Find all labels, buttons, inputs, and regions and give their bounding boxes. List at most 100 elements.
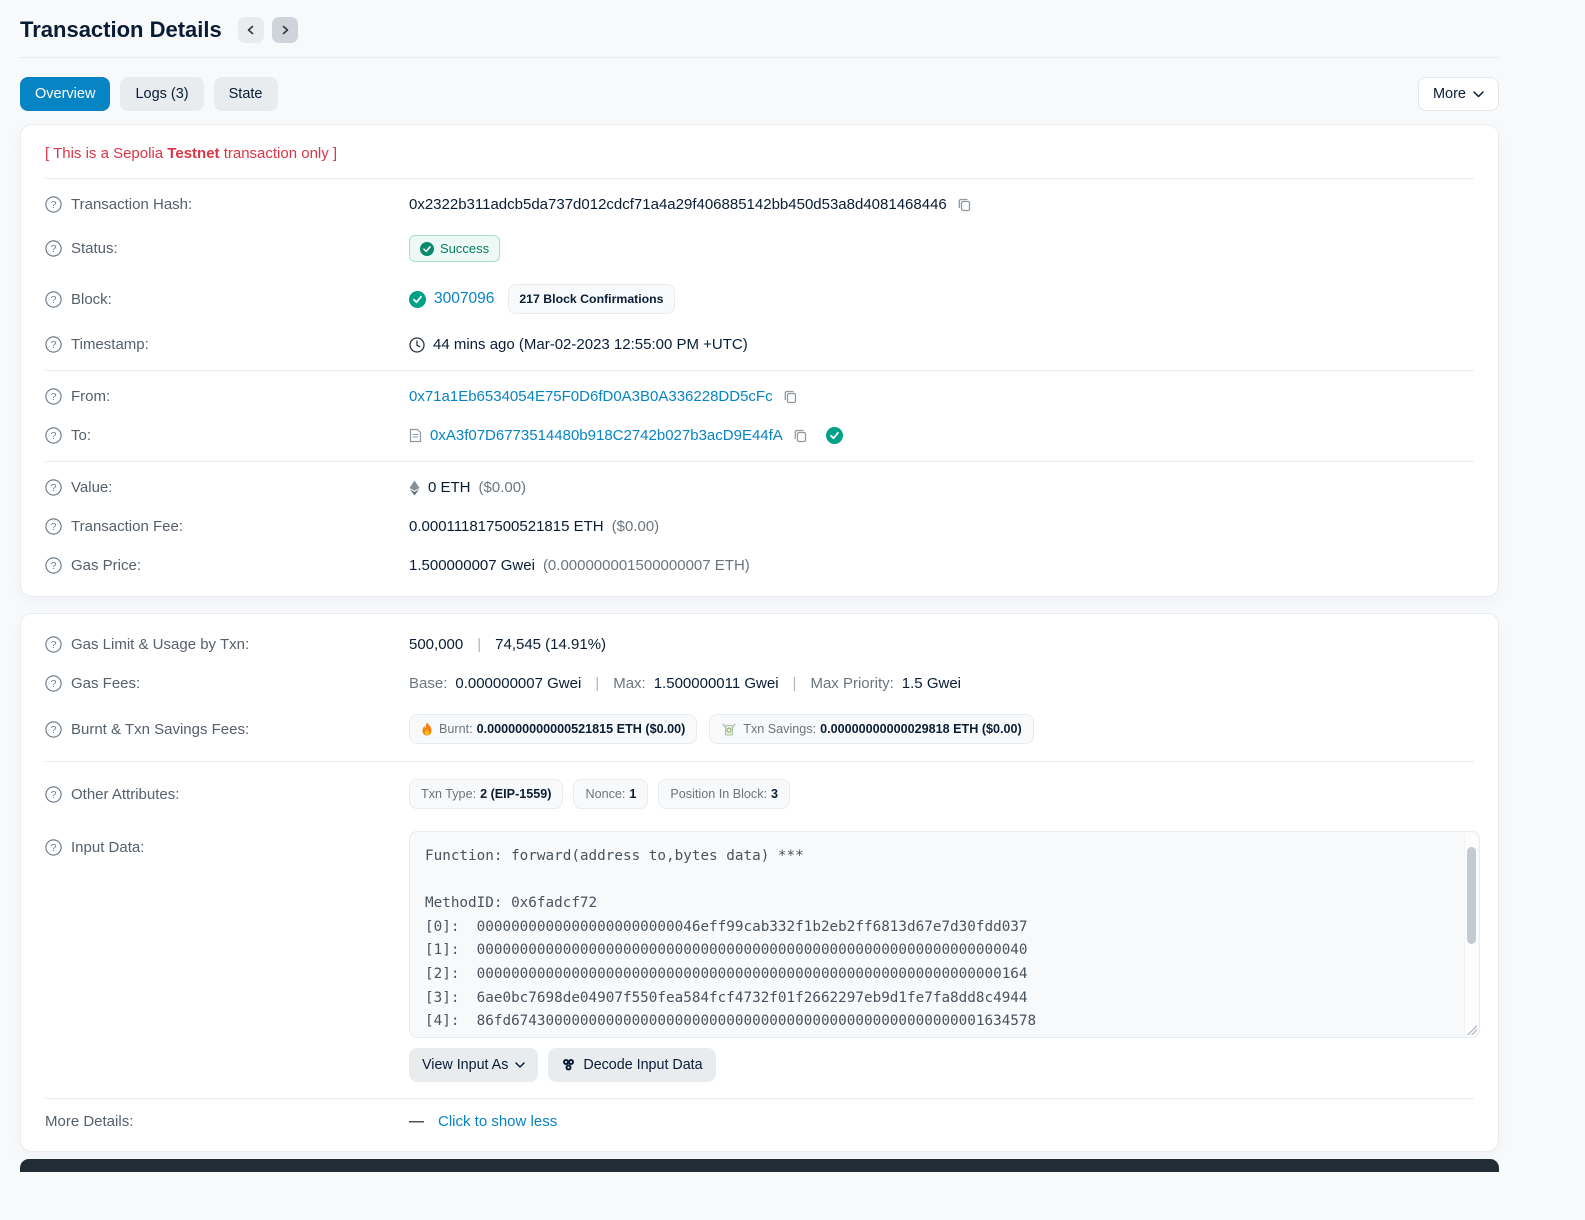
svg-text:?: ?: [51, 724, 57, 736]
check-circle-icon: [420, 241, 434, 256]
dash: —: [409, 1113, 424, 1130]
nonce-value: 1: [629, 787, 637, 801]
status-badge: Success: [409, 235, 501, 262]
question-circle-icon[interactable]: ?: [45, 427, 62, 444]
question-circle-icon[interactable]: ?: [45, 479, 62, 496]
show-less-link[interactable]: Click to show less: [438, 1113, 557, 1130]
divider: [45, 761, 1474, 762]
row-label-text: Gas Price:: [71, 557, 142, 574]
transaction-hash-row: ? Transaction Hash: 0x2322b311adcb5da737…: [45, 185, 1474, 224]
row-label-text: Transaction Hash:: [71, 196, 193, 213]
svg-text:?: ?: [51, 430, 57, 442]
svg-text:?: ?: [51, 521, 57, 533]
nonce-label: Nonce:: [585, 787, 626, 801]
scrollbar-thumb[interactable]: [1467, 847, 1476, 944]
more-label: More: [1432, 86, 1466, 102]
question-circle-icon[interactable]: ?: [45, 839, 62, 856]
question-circle-icon[interactable]: ?: [45, 240, 62, 257]
input-data-row: ? Input Data: Function: forward(address …: [45, 820, 1480, 1038]
max-priority-label: Max Priority:: [810, 675, 894, 692]
row-label-text: Block:: [71, 290, 112, 308]
next-transaction-button[interactable]: [271, 17, 298, 43]
input-data-scrollbar[interactable]: [1464, 833, 1478, 1036]
footer-edge: [20, 1159, 1499, 1172]
row-label-text: Status:: [71, 240, 118, 257]
question-circle-icon[interactable]: ?: [45, 720, 62, 738]
input-data-textarea[interactable]: Function: forward(address to,bytes data)…: [409, 831, 1480, 1038]
to-address-link[interactable]: 0xA3f07D6773514480b918C2742b027b3acD9E44…: [430, 427, 783, 444]
svg-text:?: ?: [51, 639, 57, 651]
svg-text:?: ?: [51, 482, 57, 494]
contract-file-icon: [409, 428, 422, 443]
separator: |: [595, 675, 600, 692]
transaction-hash-value: 0x2322b311adcb5da737d012cdcf71a4a29f4068…: [409, 196, 947, 213]
base-fee-label: Base:: [409, 675, 448, 692]
block-row: ? Block: 3007096 217 Block Confirmations: [45, 273, 1474, 325]
gas-used-value: 74,545 (14.91%): [495, 636, 607, 653]
timestamp-value: 44 mins ago (Mar-02-2023 12:55:00 PM +UT…: [433, 336, 748, 353]
svg-text:?: ?: [51, 560, 57, 572]
details-card: ? Gas Limit & Usage by Txn: 500,000 | 74…: [20, 613, 1499, 1152]
burnt-fee-badge: Burnt: 0.000000000000521815 ETH ($0.00): [409, 714, 698, 744]
gas-price-amount: 1.500000007 Gwei: [409, 557, 535, 574]
view-input-as-button[interactable]: View Input As: [409, 1048, 539, 1082]
resize-handle-icon[interactable]: [1467, 1025, 1477, 1035]
value-amount: 0 ETH: [428, 479, 471, 496]
copy-icon[interactable]: [791, 428, 810, 443]
question-circle-icon[interactable]: ?: [45, 290, 62, 308]
clock-icon: [409, 336, 425, 353]
from-address-link[interactable]: 0x71a1Eb6534054E75F0D6fD0A3B0A336228DD5c…: [409, 388, 773, 405]
question-circle-icon[interactable]: ?: [45, 636, 62, 653]
more-dropdown-button[interactable]: More: [1417, 77, 1499, 111]
copy-icon[interactable]: [955, 197, 974, 212]
row-label-text: To:: [71, 427, 92, 444]
divider: [45, 178, 1474, 179]
input-data-text: Function: forward(address to,bytes data)…: [425, 848, 1037, 1037]
block-number-link[interactable]: 3007096: [434, 290, 494, 308]
row-label-text: More Details:: [45, 1113, 134, 1130]
prev-transaction-button[interactable]: [237, 17, 264, 43]
tab-overview[interactable]: Overview: [20, 77, 111, 111]
question-circle-icon[interactable]: ?: [45, 388, 62, 405]
decode-label: Decode Input Data: [583, 1057, 703, 1073]
check-circle-icon: [409, 290, 426, 308]
tab-logs[interactable]: Logs (3): [120, 77, 204, 111]
question-circle-icon[interactable]: ?: [45, 785, 62, 803]
question-circle-icon[interactable]: ?: [45, 675, 62, 692]
position-in-block-badge: Position In Block: 3: [658, 779, 791, 809]
txn-type-value: 2 (EIP-1559): [480, 787, 552, 801]
question-circle-icon[interactable]: ?: [45, 336, 62, 353]
burnt-value: 0.000000000000521815 ETH ($0.00): [476, 722, 686, 736]
question-circle-icon[interactable]: ?: [45, 518, 62, 535]
fire-icon: [421, 722, 433, 736]
gas-price-row: ? Gas Price: 1.500000007 Gwei (0.0000000…: [45, 546, 1474, 585]
eth-diamond-icon: [409, 480, 420, 496]
fee-usd: ($0.00): [611, 518, 660, 535]
from-row: ? From: 0x71a1Eb6534054E75F0D6fD0A3B0A33…: [45, 377, 1474, 416]
svg-text:?: ?: [51, 243, 57, 255]
svg-text:?: ?: [51, 199, 57, 211]
page-title: Transaction Details: [20, 17, 222, 42]
txn-savings-label: Txn Savings:: [743, 722, 817, 736]
max-fee-value: 1.500000011 Gwei: [653, 675, 779, 692]
position-label: Position In Block:: [670, 787, 768, 801]
divider: [45, 461, 1474, 462]
question-circle-icon[interactable]: ?: [45, 557, 62, 574]
status-text: Success: [440, 241, 490, 256]
txn-savings-value: 0.00000000000029818 ETH ($0.00): [820, 722, 1022, 736]
question-circle-icon[interactable]: ?: [45, 196, 62, 213]
to-row: ? To: 0xA3f07D6773514480b918C2742b027b3a…: [45, 416, 1474, 455]
row-label-text: Other Attributes:: [71, 785, 180, 803]
tab-state[interactable]: State: [213, 77, 278, 111]
value-usd: ($0.00): [478, 479, 527, 496]
svg-text:?: ?: [51, 391, 57, 403]
svg-text:?: ?: [51, 339, 57, 351]
separator: |: [477, 636, 482, 653]
gas-fees-row: ? Gas Fees: Base: 0.000000007 Gwei | Max…: [45, 664, 1474, 703]
testnet-notice: [ This is a Sepolia Testnet transaction …: [45, 145, 338, 162]
row-label-text: Timestamp:: [71, 336, 149, 353]
copy-icon[interactable]: [781, 389, 800, 404]
tabs-bar: Overview Logs (3) State More: [20, 77, 1499, 111]
timestamp-row: ? Timestamp: 44 mins ago (Mar-02-2023 12…: [45, 325, 1474, 364]
decode-input-data-button[interactable]: Decode Input Data: [548, 1048, 716, 1082]
